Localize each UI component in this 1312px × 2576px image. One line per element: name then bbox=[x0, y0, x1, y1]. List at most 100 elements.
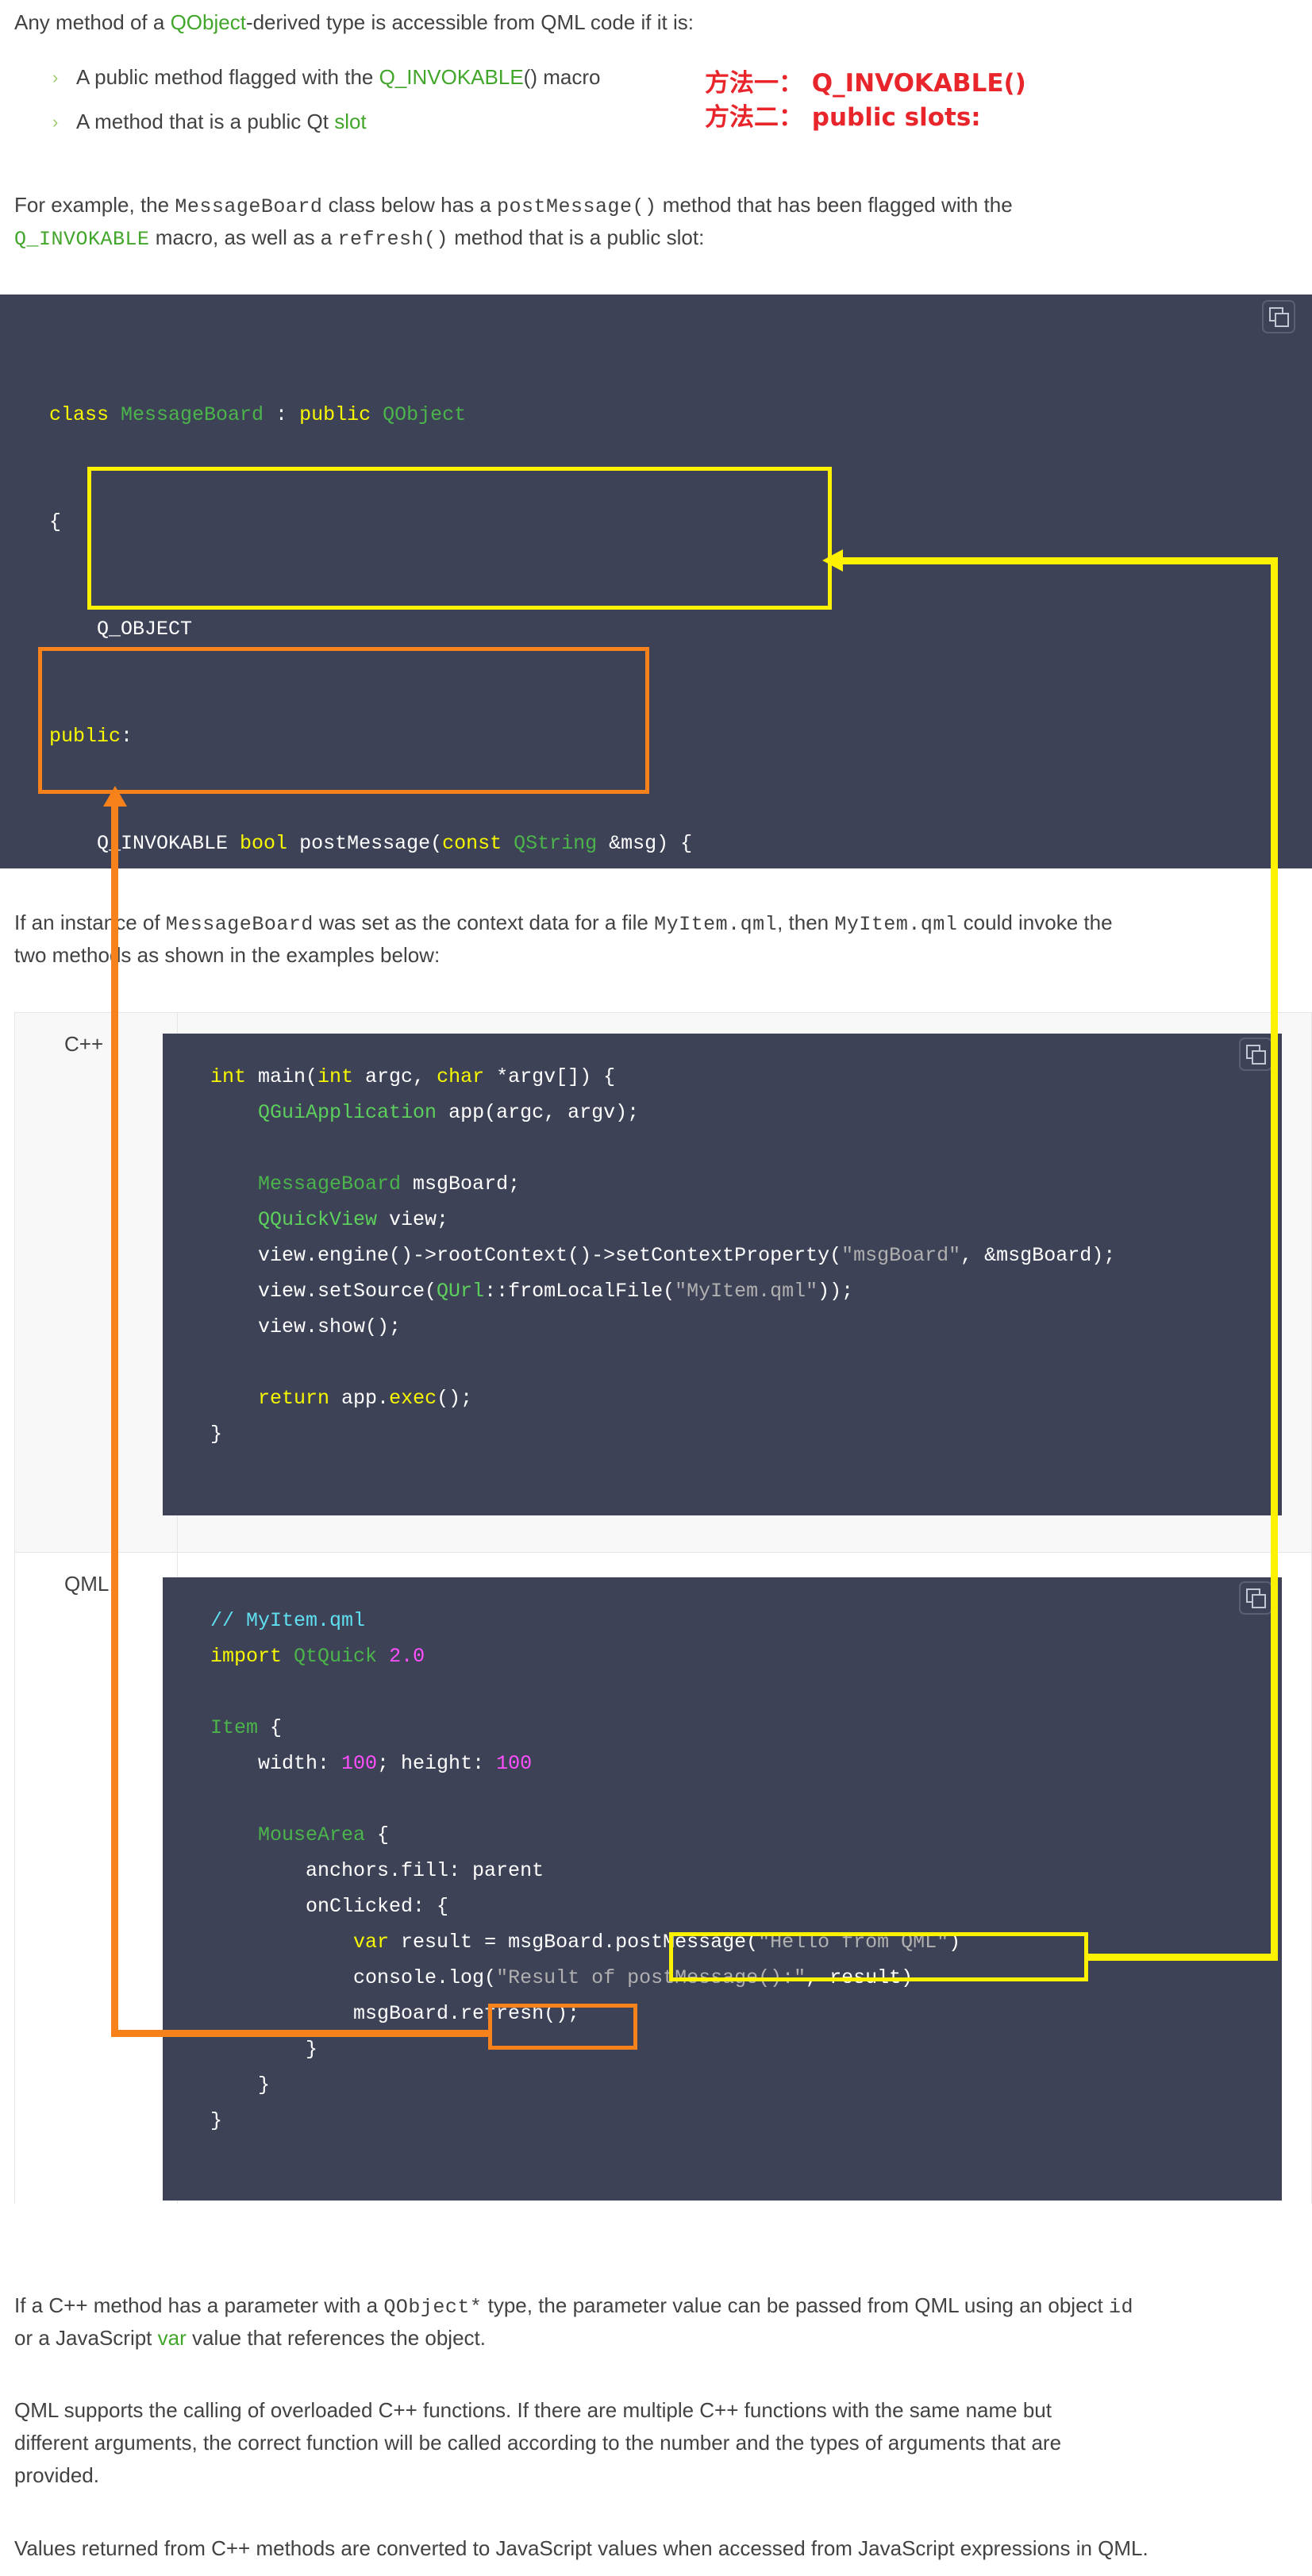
q-invokable-link-2[interactable]: Q_INVOKABLE bbox=[14, 228, 150, 251]
annotation-line-1: 方法一： Q_INVOKABLE() bbox=[705, 69, 1026, 98]
code-token: view.setSource( bbox=[210, 1280, 437, 1303]
code-token: QQuickView bbox=[258, 1208, 378, 1231]
code-line: } bbox=[210, 1416, 1282, 1452]
return-values-paragraph: Values returned from C++ methods are con… bbox=[14, 2536, 1148, 2560]
instance-paragraph-line2: two methods as shown in the examples bel… bbox=[14, 939, 440, 972]
bullet-post: () macro bbox=[523, 65, 601, 89]
orange-connector-horizontal bbox=[111, 2030, 492, 2037]
code-token: { bbox=[365, 1823, 390, 1846]
code-token: (); bbox=[437, 1387, 473, 1410]
yellow-arrowhead-left bbox=[822, 549, 843, 572]
bullet-pre: A public method flagged with the bbox=[76, 65, 379, 89]
code-line: MouseArea { bbox=[210, 1817, 1282, 1853]
code-token: MouseArea bbox=[258, 1823, 366, 1846]
code-token: , &msgBoard); bbox=[960, 1244, 1116, 1267]
code-token: MessageBoard bbox=[258, 1172, 402, 1196]
code-token: width: bbox=[210, 1752, 342, 1775]
myitem-qml-mono-2: MyItem.qml bbox=[834, 913, 958, 936]
copy-button-1[interactable] bbox=[1262, 300, 1295, 333]
instance-paragraph-line1: If an instance of MessageBoard was set a… bbox=[14, 907, 1113, 941]
code-line: view.show(); bbox=[210, 1309, 1282, 1345]
q-invokable-link[interactable]: Q_INVOKABLE bbox=[379, 65, 524, 89]
qo-p4: value that references the object. bbox=[186, 2326, 486, 2350]
code-line: } bbox=[210, 2067, 1282, 2103]
code-token: bool bbox=[240, 832, 300, 855]
postmessage-mono: postMessage() bbox=[497, 195, 657, 218]
code-token: Q_INVOKABLE bbox=[49, 832, 240, 855]
overload-paragraph-line2: different arguments, the correct functio… bbox=[14, 2431, 1062, 2455]
copy-button-3[interactable] bbox=[1239, 1581, 1272, 1615]
code-token: QGuiApplication bbox=[258, 1101, 437, 1124]
qobject-ptr-mono: QObject* bbox=[383, 2296, 483, 2319]
code-line: Q_INVOKABLE bool postMessage(const QStri… bbox=[49, 826, 1312, 861]
code-line: Q_OBJECT bbox=[49, 611, 1312, 647]
code-line: Item { bbox=[210, 1710, 1282, 1746]
code-token: QString bbox=[514, 832, 598, 855]
code-token: const bbox=[442, 832, 514, 855]
ex-p4: macro, as well as a bbox=[149, 225, 338, 249]
id-mono: id bbox=[1108, 2296, 1133, 2319]
list-item: › A method that is a public Qt slot bbox=[52, 110, 600, 154]
inst-p1: If an instance of bbox=[14, 911, 166, 934]
code-line: anchors.fill: parent bbox=[210, 1853, 1282, 1889]
orange-connector-vertical bbox=[111, 803, 118, 2037]
ex-p5: method that is a public slot: bbox=[448, 225, 705, 249]
code-token: view.engine()->rootContext()->setContext… bbox=[210, 1244, 842, 1267]
code-token: 2.0 bbox=[389, 1645, 425, 1668]
overload-paragraph-line1: QML supports the calling of overloaded C… bbox=[14, 2398, 1052, 2422]
yellow-connector-vertical bbox=[1271, 557, 1278, 1956]
var-link[interactable]: var bbox=[158, 2326, 187, 2350]
highlight-box-q-invokable bbox=[87, 467, 832, 610]
code-token: view; bbox=[377, 1208, 449, 1231]
code-token: "MyItem.qml" bbox=[675, 1280, 818, 1303]
code-token: "msgBoard" bbox=[841, 1244, 961, 1267]
code-token: onClicked: { bbox=[210, 1895, 449, 1918]
code-block-cpp[interactable]: int main(int argc, char *argv[]) { QGuiA… bbox=[163, 1034, 1282, 1515]
slot-link[interactable]: slot bbox=[334, 110, 366, 133]
code-block-qml[interactable]: // MyItem.qml import QtQuick 2.0 Item { w… bbox=[163, 1577, 1282, 2201]
code-token: class bbox=[49, 403, 121, 426]
code-line: view.engine()->rootContext()->setContext… bbox=[210, 1238, 1282, 1273]
inst-p4: could invoke the bbox=[957, 911, 1113, 934]
copy-button-2[interactable] bbox=[1239, 1038, 1272, 1071]
code-token: MessageBoard bbox=[121, 403, 264, 426]
qobject-link[interactable]: QObject bbox=[171, 10, 246, 34]
qo-p3: or a JavaScript bbox=[14, 2326, 158, 2350]
messageboard-mono: MessageBoard bbox=[175, 195, 323, 218]
code-token: } bbox=[210, 2038, 318, 2061]
orange-arrowhead-up bbox=[103, 786, 127, 807]
code-line: view.setSource(QUrl::fromLocalFile("MyIt… bbox=[210, 1273, 1282, 1309]
intro-paragraph: Any method of a QObject-derived type is … bbox=[14, 6, 694, 39]
code-token: main( bbox=[258, 1065, 318, 1088]
code-token: { bbox=[258, 1716, 283, 1739]
intro-text-post: -derived type is accessible from QML cod… bbox=[245, 10, 694, 34]
code-token: msgBoard; bbox=[401, 1172, 521, 1196]
code-token: ; height: bbox=[377, 1752, 497, 1775]
qo-p1: If a C++ method has a parameter with a bbox=[14, 2293, 384, 2317]
code-token: exec bbox=[389, 1387, 437, 1410]
intro-text-pre: Any method of a bbox=[14, 10, 171, 34]
code-token: public bbox=[299, 403, 383, 426]
example-paragraph-line2: Q_INVOKABLE macro, as well as a refresh(… bbox=[14, 221, 704, 256]
code-token: ::fromLocalFile( bbox=[484, 1280, 675, 1303]
code-token: int bbox=[317, 1065, 366, 1088]
code-token: // MyItem.qml bbox=[210, 1609, 366, 1632]
highlight-box-refresh-call bbox=[488, 2004, 637, 2050]
ex-p3: method that has been flagged with the bbox=[656, 193, 1013, 217]
code-token: Q_OBJECT bbox=[49, 618, 193, 641]
code-token: 100 bbox=[496, 1752, 533, 1775]
code-token: QtQuick bbox=[294, 1645, 390, 1668]
code-line: int main(int argc, char *argv[]) { bbox=[210, 1059, 1282, 1095]
code-line: MessageBoard msgBoard; bbox=[210, 1166, 1282, 1202]
bullet-text: A method that is a public Qt slot bbox=[76, 110, 367, 134]
myitem-qml-mono: MyItem.qml bbox=[654, 913, 778, 936]
bullet-pre: A method that is a public Qt bbox=[76, 110, 335, 133]
